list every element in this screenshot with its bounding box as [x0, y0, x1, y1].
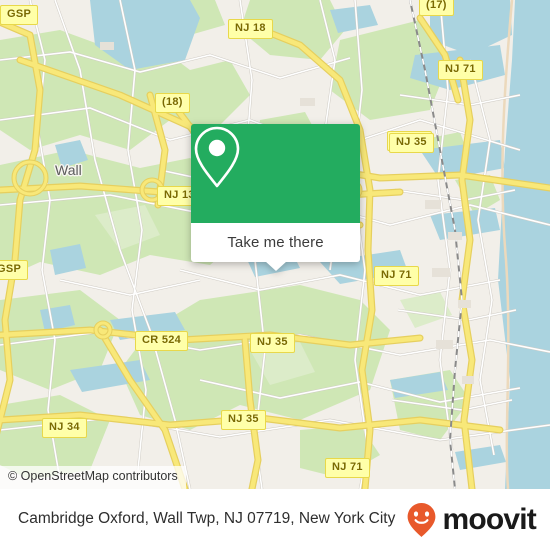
road-shield-nj34[interactable]: NJ 34 — [42, 418, 87, 438]
place-label-wall: Wall — [55, 162, 82, 178]
road-shield-nj35-c[interactable]: NJ 35 — [221, 410, 266, 430]
footer-bar: Cambridge Oxford, Wall Twp, NJ 07719, Ne… — [0, 489, 550, 550]
moovit-map-screenshot: Wall GSP NJ 18 (17) NJ 71 (18) NJ 39 NJ … — [0, 0, 550, 550]
road-shield-17[interactable]: (17) — [419, 0, 454, 16]
moovit-logo[interactable]: moovit — [406, 502, 537, 538]
road-shield-nj18[interactable]: NJ 18 — [228, 19, 273, 39]
popup-pointer-tail — [264, 261, 287, 271]
road-shield-gsp[interactable]: GSP — [0, 5, 39, 25]
road-shield-nj35-a[interactable]: NJ 35 — [389, 133, 434, 153]
address-text: Cambridge Oxford, Wall Twp, NJ 07719, Ne… — [18, 510, 396, 528]
road-shield-nj35-b[interactable]: NJ 35 — [250, 333, 295, 353]
take-me-there-button[interactable]: Take me there — [227, 234, 323, 251]
road-shield-gsp-b[interactable]: GSP — [0, 260, 29, 280]
popup-action-area[interactable]: Take me there — [191, 223, 360, 271]
road-shield-nj71-a[interactable]: NJ 71 — [438, 60, 483, 80]
osm-attribution[interactable]: © OpenStreetMap contributors — [0, 466, 186, 489]
moovit-wordmark: moovit — [442, 502, 536, 536]
popup-icon-area — [191, 124, 360, 223]
road-shield-cr524[interactable]: CR 524 — [135, 331, 189, 351]
location-popup-card[interactable]: Take me there — [191, 124, 360, 271]
road-shield-nj71-c[interactable]: NJ 71 — [325, 458, 370, 478]
moovit-pin-smiley-icon — [408, 502, 436, 537]
road-shield-nj71-b[interactable]: NJ 71 — [374, 266, 419, 286]
map-pin-icon — [194, 126, 240, 188]
map-canvas[interactable]: Wall GSP NJ 18 (17) NJ 71 (18) NJ 39 NJ … — [0, 0, 550, 489]
road-shield-18[interactable]: (18) — [155, 93, 190, 113]
